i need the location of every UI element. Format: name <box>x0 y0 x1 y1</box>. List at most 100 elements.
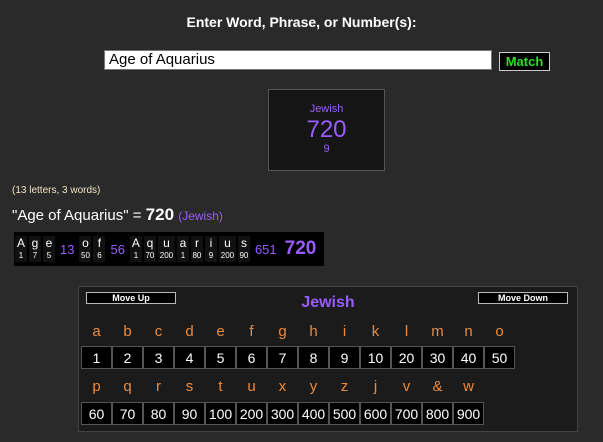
match-button[interactable]: Match <box>499 52 550 71</box>
breakdown-letter: g7 <box>29 236 41 262</box>
cipher-letter: t <box>218 378 223 395</box>
breakdown-letter: i9 <box>204 236 217 262</box>
breakdown-char: u <box>224 236 231 250</box>
cipher-value: 700 <box>391 402 422 425</box>
cipher-letter: g <box>278 323 287 340</box>
breakdown-char: i <box>209 236 213 250</box>
breakdown-char: r <box>194 236 199 250</box>
breakdown-total: 720 <box>284 238 317 259</box>
cipher-value: 30 <box>422 346 453 369</box>
breakdown-letter: A1 <box>129 236 142 262</box>
cipher-value: 20 <box>391 346 422 369</box>
result-cipher-name: Jewish <box>309 103 344 115</box>
cipher-value: 50 <box>484 346 515 369</box>
breakdown-char: g <box>31 236 39 250</box>
breakdown-char: q <box>146 236 154 250</box>
cipher-value: 400 <box>298 402 329 425</box>
cipher-value: 10 <box>360 346 391 369</box>
cipher-letter: & <box>432 378 443 395</box>
breakdown-char-value: 7 <box>32 251 38 260</box>
cipher-value: 200 <box>236 402 267 425</box>
cipher-value: 1 <box>81 346 112 369</box>
letter-word-count: (13 letters, 3 words) <box>12 185 101 196</box>
breakdown-char-value: 70 <box>145 251 155 260</box>
prompt-heading: Enter Word, Phrase, or Number(s): <box>186 14 417 30</box>
breakdown-char-value: 6 <box>97 251 102 260</box>
breakdown-char-value: 200 <box>220 251 235 260</box>
cipher-value: 40 <box>453 346 484 369</box>
cipher-value: 3 <box>143 346 174 369</box>
breakdown-char-value: 1 <box>180 251 186 260</box>
breakdown-letter: f6 <box>93 236 106 262</box>
result-box: Jewish 720 9 <box>268 89 385 171</box>
cipher-letter: y <box>309 378 318 395</box>
breakdown-char-value: 50 <box>81 251 90 260</box>
breakdown-word-sum: 13 <box>60 241 75 257</box>
breakdown-letter: u 200 <box>218 236 236 262</box>
breakdown-letter: o 50 <box>79 236 92 262</box>
phrase-input[interactable] <box>104 50 492 70</box>
breakdown-char: o <box>82 236 89 250</box>
cipher-letter: n <box>464 323 473 340</box>
breakdown-letter: r 80 <box>190 236 203 262</box>
cipher-row2-values: 60 70 80 90 100 200 300 400 500 600 700 800 900 <box>81 402 484 425</box>
cipher-value: 500 <box>329 402 360 425</box>
cipher-value: 600 <box>360 402 391 425</box>
cipher-letter: a <box>92 323 101 340</box>
cipher-value: 100 <box>205 402 236 425</box>
cipher-letter: b <box>123 323 132 340</box>
cipher-letter: d <box>185 323 194 340</box>
breakdown-word-sum: 651 <box>254 241 277 257</box>
summary-phrase: "Age of Aquarius" <box>12 207 129 224</box>
cipher-letter: c <box>154 323 163 340</box>
letter-breakdown: A 1 g 7 e 5 13 o 50 f 6 56 A 1 q 70 u 200 a 1 r 80 i 9 u 200 s 90 65… <box>14 232 325 266</box>
cipher-letter: j <box>373 378 378 395</box>
breakdown-char-value: 200 <box>159 251 174 260</box>
breakdown-char: u <box>163 236 170 250</box>
summary-equals: = <box>128 207 146 224</box>
breakdown-char-value: 9 <box>208 251 214 260</box>
cipher-value: 900 <box>453 402 484 425</box>
summary-value: 720 <box>145 205 175 224</box>
cipher-value: 7 <box>267 346 298 369</box>
summary-line: "Age of Aquarius" = 720 (Jewish) <box>12 205 223 225</box>
breakdown-char-value: 90 <box>239 251 249 260</box>
cipher-row2-letters: p q r s t u x y z j v & w <box>81 375 484 399</box>
cipher-letter: q <box>123 378 132 395</box>
breakdown-char: e <box>45 236 53 250</box>
cipher-letter: l <box>404 323 409 340</box>
cipher-value: 8 <box>298 346 329 369</box>
breakdown-char-value: 1 <box>133 251 139 260</box>
breakdown-char: A <box>131 236 140 250</box>
move-down-button[interactable]: Move Down <box>478 292 568 304</box>
cipher-letter: m <box>431 323 444 340</box>
cipher-value: 300 <box>267 402 298 425</box>
cipher-letter: p <box>92 378 101 395</box>
cipher-value: 9 <box>329 346 360 369</box>
cipher-letter: r <box>156 378 161 395</box>
cipher-letter: i <box>342 323 347 340</box>
cipher-value: 80 <box>143 402 174 425</box>
cipher-letter: s <box>185 378 194 395</box>
cipher-value: 6 <box>236 346 267 369</box>
result-reduced: 9 <box>323 143 330 155</box>
breakdown-char-value: 5 <box>46 251 52 260</box>
cipher-row1-values: 1 2 3 4 5 6 7 8 9 10 20 30 40 50 <box>81 346 515 369</box>
cipher-value: 60 <box>81 402 112 425</box>
cipher-letter: v <box>402 378 411 395</box>
cipher-letter: o <box>495 323 504 340</box>
cipher-letter: z <box>340 378 349 395</box>
cipher-letter: x <box>278 378 287 395</box>
breakdown-char-value: 1 <box>18 251 24 260</box>
breakdown-char: A <box>16 236 25 250</box>
cipher-value: 70 <box>112 402 143 425</box>
breakdown-char: f <box>97 236 102 250</box>
cipher-value: 90 <box>174 402 205 425</box>
cipher-value: 800 <box>422 402 453 425</box>
breakdown-char: a <box>179 236 187 250</box>
result-value: 720 <box>306 116 347 143</box>
breakdown-char: s <box>240 236 247 250</box>
cipher-letter: e <box>216 323 225 340</box>
breakdown-letter: A1 <box>15 236 27 262</box>
breakdown-letter: u 200 <box>157 236 175 262</box>
